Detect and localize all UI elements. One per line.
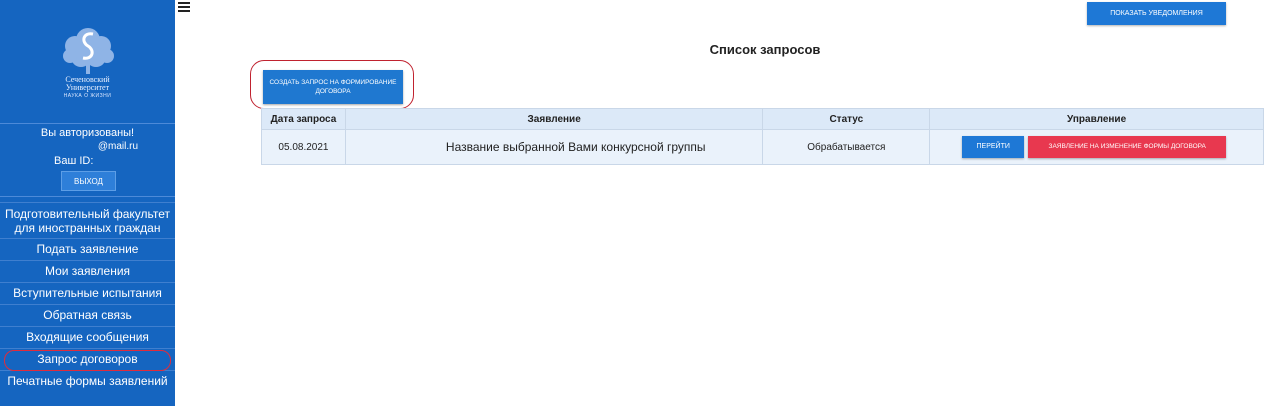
sidebar-item-incoming-messages[interactable]: Входящие сообщения bbox=[0, 326, 175, 348]
request-date: 05.08.2021 bbox=[261, 129, 346, 165]
column-header-status: Статус bbox=[762, 108, 931, 130]
sidebar-item-contract-requests[interactable]: Запрос договоров bbox=[0, 348, 175, 371]
table-row: 05.08.2021 Название выбранной Вами конку… bbox=[261, 129, 1264, 165]
sidebar-item-feedback[interactable]: Обратная связь bbox=[0, 304, 175, 326]
sidebar-item-submit-application[interactable]: Подать заявление bbox=[0, 238, 175, 260]
university-logo[interactable]: Сеченовский Университет НАУКА О ЖИЗНИ bbox=[0, 0, 175, 123]
actions-cell: ПЕРЕЙТИ ЗАЯВЛЕНИЕ НА ИЗМЕНЕНИЕ ФОРМЫ ДОГО… bbox=[929, 129, 1264, 165]
user-email: @mail.ru bbox=[97, 141, 138, 152]
sidebar-item-my-applications[interactable]: Мои заявления bbox=[0, 260, 175, 282]
logo-title: Сеченовский Университет bbox=[65, 75, 110, 92]
column-header-application: Заявление bbox=[344, 108, 764, 130]
table-header-row: Дата запроса Заявление Статус Управление bbox=[261, 108, 1264, 130]
application-name: Название выбранной Вами конкурсной групп… bbox=[344, 129, 764, 165]
show-notifications-button[interactable]: ПОКАЗАТЬ УВЕДОМЛЕНИЯ bbox=[1087, 2, 1226, 25]
sidebar-item-preparatory-faculty[interactable]: Подготовительный факультет для иностранн… bbox=[0, 202, 175, 238]
change-contract-form-button[interactable]: ЗАЯВЛЕНИЕ НА ИЗМЕНЕНИЕ ФОРМЫ ДОГОВОРА bbox=[1028, 136, 1227, 158]
go-button[interactable]: ПЕРЕЙТИ bbox=[962, 136, 1025, 158]
logo-subtitle: НАУКА О ЖИЗНИ bbox=[63, 93, 112, 99]
sidebar-item-entrance-exams[interactable]: Вступительные испытания bbox=[0, 282, 175, 304]
column-header-actions: Управление bbox=[929, 108, 1264, 130]
logout-button[interactable]: ВЫХОД bbox=[61, 171, 116, 191]
user-id-label: Ваш ID: bbox=[54, 155, 94, 167]
auth-panel: Вы авторизованы! @mail.ru Ваш ID: ВЫХОД bbox=[0, 123, 175, 197]
sidebar-item-print-forms[interactable]: Печатные формы заявлений bbox=[0, 370, 175, 392]
sidebar: Сеченовский Университет НАУКА О ЖИЗНИ Вы… bbox=[0, 0, 175, 406]
sidebar-menu: Подготовительный факультет для иностранн… bbox=[0, 202, 175, 392]
column-header-date: Дата запроса bbox=[261, 108, 346, 130]
status-text: Обрабатывается bbox=[762, 129, 931, 165]
tree-logo-icon bbox=[62, 28, 114, 74]
auth-status-text: Вы авторизованы! bbox=[40, 127, 135, 139]
page-title: Список запросов bbox=[709, 42, 821, 57]
hamburger-menu-icon[interactable] bbox=[178, 0, 190, 12]
requests-table: Дата запроса Заявление Статус Управление… bbox=[261, 108, 1264, 165]
create-contract-request-button[interactable]: СОЗДАТЬ ЗАПРОС НА ФОРМИРОВАНИЕ ДОГОВОРА bbox=[263, 70, 403, 104]
